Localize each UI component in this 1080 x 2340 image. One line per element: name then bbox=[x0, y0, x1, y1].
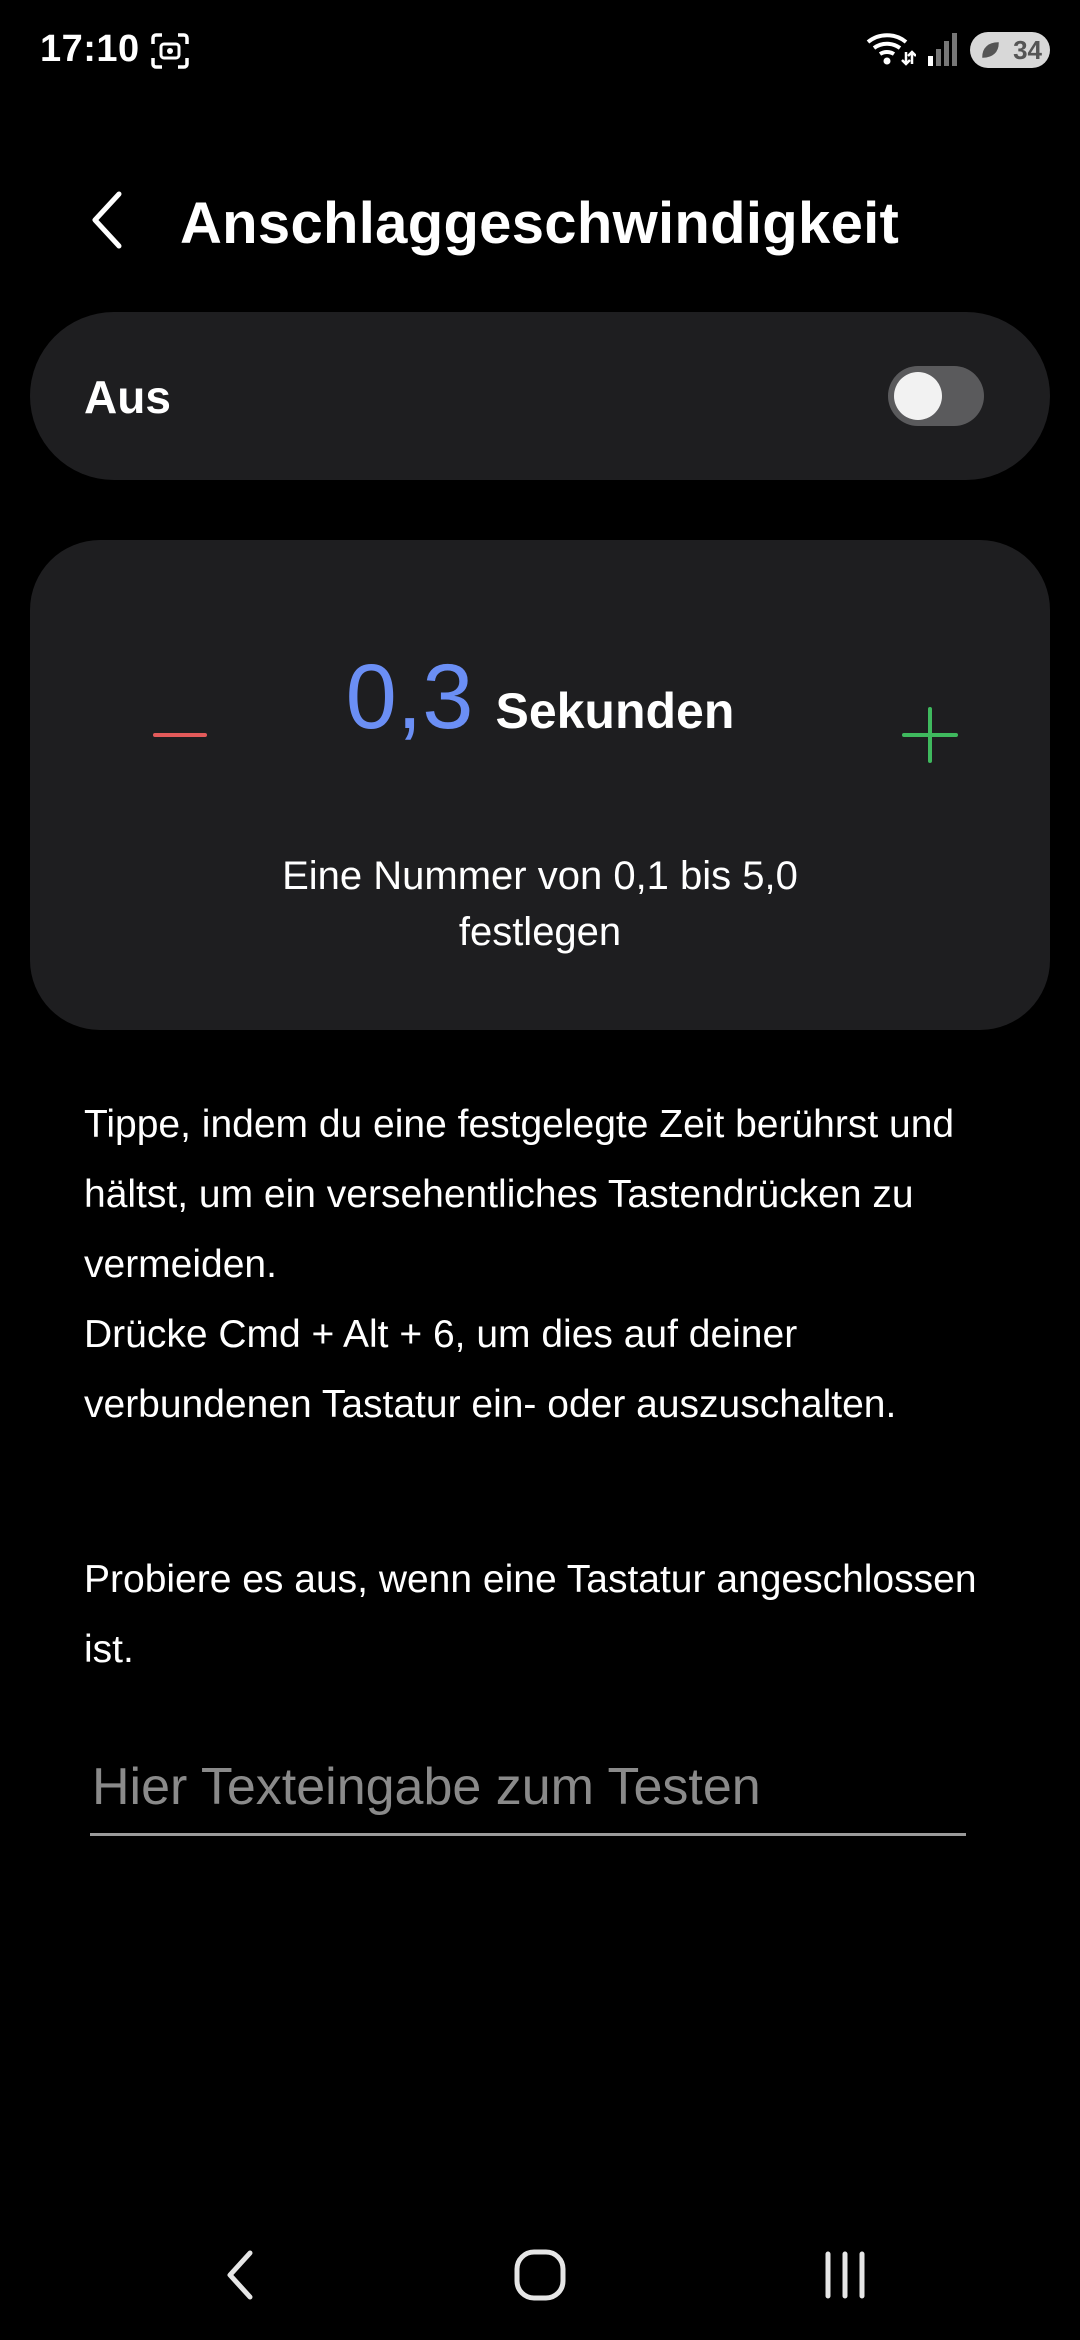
on-off-switch[interactable] bbox=[888, 366, 984, 426]
navigation-bar bbox=[0, 2220, 1080, 2320]
test-input-container bbox=[90, 1740, 966, 1836]
nav-recents-icon bbox=[825, 2251, 865, 2299]
plus-icon bbox=[902, 707, 958, 763]
nav-home-icon bbox=[514, 2249, 566, 2301]
chevron-left-icon bbox=[92, 191, 122, 249]
screen: 17:10 34 Anschlaggeschwindigkeit Aus 0,3… bbox=[0, 0, 1080, 2340]
battery-level: 34 bbox=[1013, 34, 1042, 65]
toggle-label: Aus bbox=[84, 371, 171, 423]
range-hint: Eine Nummer von 0,1 bis 5,0 festlegen bbox=[282, 854, 798, 954]
battery-indicator: 34 bbox=[970, 32, 1050, 68]
battery-saver-icon bbox=[980, 40, 1000, 60]
status-time: 17:10 bbox=[40, 28, 140, 70]
value-unit: Sekunden bbox=[495, 683, 735, 739]
page-title: Anschlaggeschwindigkeit bbox=[180, 191, 900, 256]
shortcut-text: Drücke Cmd + Alt + 6, um dies auf deiner… bbox=[84, 1313, 897, 1426]
nav-back-icon bbox=[227, 2250, 253, 2300]
increase-button[interactable] bbox=[870, 675, 990, 795]
nav-back-button[interactable] bbox=[205, 2240, 275, 2310]
back-button[interactable] bbox=[72, 180, 142, 260]
toggle-row[interactable]: Aus bbox=[30, 312, 1050, 480]
switch-knob bbox=[894, 372, 942, 420]
value-number: 0,3 bbox=[345, 646, 474, 748]
nav-recents-button[interactable] bbox=[805, 2240, 885, 2310]
nav-home-button[interactable] bbox=[505, 2240, 575, 2310]
description: Tippe, indem du eine festgelegte Zeit be… bbox=[84, 1090, 1024, 1440]
signal-icon bbox=[926, 30, 960, 71]
screenshot-icon bbox=[150, 32, 190, 70]
description-text: Tippe, indem du eine festgelegte Zeit be… bbox=[84, 1103, 955, 1286]
wifi-icon bbox=[866, 28, 917, 73]
header: Anschlaggeschwindigkeit bbox=[0, 170, 1080, 270]
status-bar: 17:10 34 bbox=[0, 0, 1080, 100]
value-card: 0,3 Sekunden Eine Nummer von 0,1 bis 5,0 … bbox=[30, 540, 1050, 1030]
status-icons: 34 bbox=[866, 28, 1050, 72]
test-text-input[interactable] bbox=[90, 1740, 966, 1833]
try-it-text: Probiere es aus, wenn eine Tastatur ange… bbox=[84, 1558, 977, 1671]
